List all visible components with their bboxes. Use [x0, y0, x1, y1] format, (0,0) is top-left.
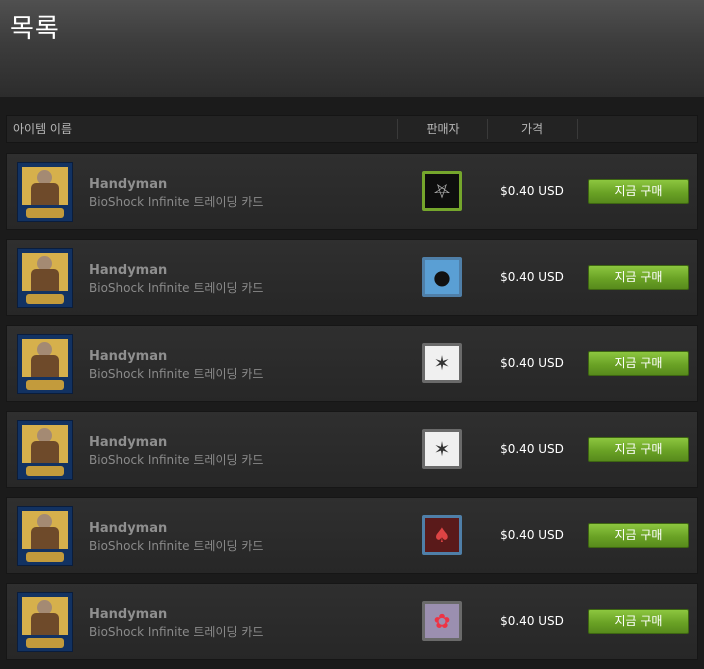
column-item-name[interactable]: 아이템 이름	[13, 116, 72, 142]
listing-price: $0.40 USD	[500, 614, 564, 628]
card-thumbnail[interactable]	[17, 162, 73, 222]
buy-now-button[interactable]: 지금 구매	[588, 437, 689, 462]
seller-avatar[interactable]: ●	[422, 257, 462, 297]
listing-list: Handyman BioShock Infinite 트레이딩 카드 ⛧ $0.…	[6, 153, 698, 669]
column-header-bar: 아이템 이름 판매자 가격	[6, 115, 698, 143]
seller-avatar[interactable]: ♠	[422, 515, 462, 555]
item-game: BioShock Infinite 트레이딩 카드	[89, 281, 264, 295]
item-game: BioShock Infinite 트레이딩 카드	[89, 367, 264, 381]
listing-row: Handyman BioShock Infinite 트레이딩 카드 ✶ $0.…	[6, 325, 698, 402]
item-game: BioShock Infinite 트레이딩 카드	[89, 539, 264, 553]
seller-avatar[interactable]: ⛧	[422, 171, 462, 211]
buy-now-button[interactable]: 지금 구매	[588, 179, 689, 204]
column-seller[interactable]: 판매자	[399, 116, 487, 142]
card-thumbnail[interactable]	[17, 592, 73, 652]
item-name[interactable]: Handyman	[89, 349, 167, 364]
column-divider	[577, 119, 578, 139]
listing-row: Handyman BioShock Infinite 트레이딩 카드 ● $0.…	[6, 239, 698, 316]
column-price[interactable]: 가격	[487, 116, 577, 142]
item-name[interactable]: Handyman	[89, 521, 167, 536]
card-thumbnail[interactable]	[17, 506, 73, 566]
seller-avatar[interactable]: ✶	[422, 343, 462, 383]
penguin-avatar-icon: ●	[433, 265, 451, 289]
buy-now-button[interactable]: 지금 구매	[588, 265, 689, 290]
item-name[interactable]: Handyman	[89, 607, 167, 622]
seller-avatar[interactable]: ✶	[422, 429, 462, 469]
column-divider	[397, 119, 398, 139]
card-thumbnail[interactable]	[17, 334, 73, 394]
buy-now-button[interactable]: 지금 구매	[588, 523, 689, 548]
card-thumbnail[interactable]	[17, 248, 73, 308]
listing-price: $0.40 USD	[500, 528, 564, 542]
seller-avatar[interactable]: ✿	[422, 601, 462, 641]
pentagram-avatar-icon: ⛧	[434, 179, 450, 203]
page-title: 목록	[10, 14, 60, 44]
anime-avatar-icon: ✿	[433, 609, 451, 633]
item-name[interactable]: Handyman	[89, 435, 167, 450]
item-name[interactable]: Handyman	[89, 263, 167, 278]
cartoon-sketch-avatar-icon: ✶	[433, 437, 451, 461]
item-game: BioShock Infinite 트레이딩 카드	[89, 453, 264, 467]
item-game: BioShock Infinite 트레이딩 카드	[89, 625, 264, 639]
listing-price: $0.40 USD	[500, 184, 564, 198]
listing-price: $0.40 USD	[500, 442, 564, 456]
item-name[interactable]: Handyman	[89, 177, 167, 192]
buy-now-button[interactable]: 지금 구매	[588, 609, 689, 634]
buy-now-button[interactable]: 지금 구매	[588, 351, 689, 376]
listing-row: Handyman BioShock Infinite 트레이딩 카드 ⛧ $0.…	[6, 153, 698, 230]
red-figure-avatar-icon: ♠	[433, 523, 451, 547]
listing-price: $0.40 USD	[500, 270, 564, 284]
listing-row: Handyman BioShock Infinite 트레이딩 카드 ✿ $0.…	[6, 583, 698, 660]
cartoon-sketch-avatar-icon: ✶	[433, 351, 451, 375]
listing-row: Handyman BioShock Infinite 트레이딩 카드 ♠ $0.…	[6, 497, 698, 574]
item-game: BioShock Infinite 트레이딩 카드	[89, 195, 264, 209]
card-thumbnail[interactable]	[17, 420, 73, 480]
listing-price: $0.40 USD	[500, 356, 564, 370]
listing-row: Handyman BioShock Infinite 트레이딩 카드 ✶ $0.…	[6, 411, 698, 488]
page-header: 목록	[0, 0, 704, 97]
